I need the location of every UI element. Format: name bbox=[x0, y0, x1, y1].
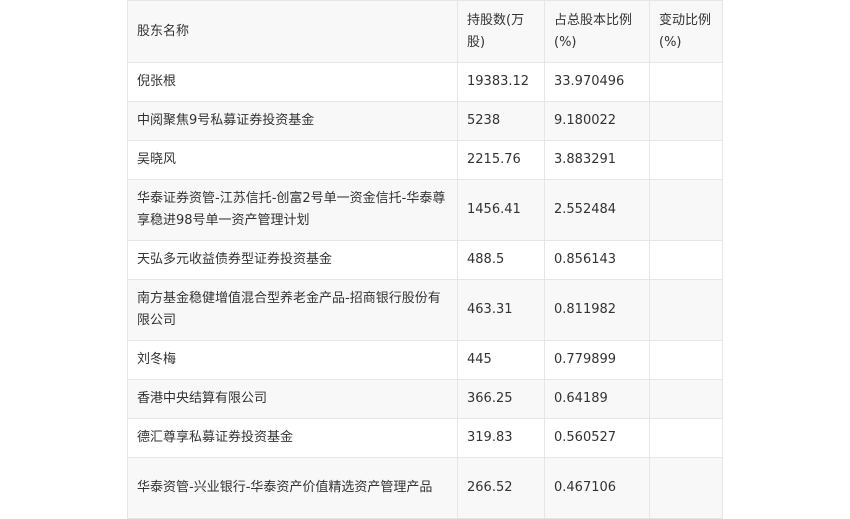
table-row: 香港中央结算有限公司 366.25 0.64189 bbox=[127, 379, 723, 419]
cell-share-ratio: 3.883291 bbox=[544, 140, 650, 180]
table-row: 中阅聚焦9号私募证券投资基金 5238 9.180022 bbox=[127, 101, 723, 141]
cell-shareholder-name: 中阅聚焦9号私募证券投资基金 bbox=[127, 101, 458, 141]
cell-shareholder-name: 华泰资管-兴业银行-华泰资产价值精选资产管理产品 bbox=[127, 457, 458, 519]
cell-shareholder-name: 天弘多元收益债券型证券投资基金 bbox=[127, 240, 458, 280]
cell-shares-held: 463.31 bbox=[457, 279, 545, 341]
cell-change-ratio bbox=[649, 379, 723, 419]
header-shares-held: 持股数(万股) bbox=[457, 0, 545, 63]
cell-shareholder-name: 香港中央结算有限公司 bbox=[127, 379, 458, 419]
cell-change-ratio bbox=[649, 340, 723, 380]
cell-shares-held: 366.25 bbox=[457, 379, 545, 419]
cell-change-ratio bbox=[649, 279, 723, 341]
cell-share-ratio: 0.467106 bbox=[544, 457, 650, 519]
cell-shares-held: 5238 bbox=[457, 101, 545, 141]
table-row: 华泰资管-兴业银行-华泰资产价值精选资产管理产品 266.52 0.467106 bbox=[127, 457, 723, 519]
cell-shareholder-name: 吴晓风 bbox=[127, 140, 458, 180]
cell-shares-held: 1456.41 bbox=[457, 179, 545, 241]
cell-change-ratio bbox=[649, 418, 723, 458]
cell-change-ratio bbox=[649, 240, 723, 280]
cell-share-ratio: 2.552484 bbox=[544, 179, 650, 241]
cell-share-ratio: 9.180022 bbox=[544, 101, 650, 141]
cell-change-ratio bbox=[649, 140, 723, 180]
cell-shareholder-name: 德汇尊享私募证券投资基金 bbox=[127, 418, 458, 458]
header-share-ratio: 占总股本比例(%) bbox=[544, 0, 650, 63]
cell-shareholder-name: 倪张根 bbox=[127, 62, 458, 102]
table-row: 倪张根 19383.12 33.970496 bbox=[127, 62, 723, 102]
cell-shares-held: 445 bbox=[457, 340, 545, 380]
cell-shareholder-name: 刘冬梅 bbox=[127, 340, 458, 380]
table-row: 刘冬梅 445 0.779899 bbox=[127, 340, 723, 380]
cell-share-ratio: 0.779899 bbox=[544, 340, 650, 380]
cell-shares-held: 488.5 bbox=[457, 240, 545, 280]
header-change-ratio: 变动比例(%) bbox=[649, 0, 723, 63]
table-row: 南方基金稳健增值混合型养老金产品-招商银行股份有限公司 463.31 0.811… bbox=[127, 279, 723, 341]
cell-share-ratio: 0.64189 bbox=[544, 379, 650, 419]
cell-shareholder-name: 华泰证券资管-江苏信托-创富2号单一资金信托-华泰尊享稳进98号单一资产管理计划 bbox=[127, 179, 458, 241]
cell-change-ratio bbox=[649, 101, 723, 141]
cell-change-ratio bbox=[649, 62, 723, 102]
cell-change-ratio bbox=[649, 179, 723, 241]
table-row: 华泰证券资管-江苏信托-创富2号单一资金信托-华泰尊享稳进98号单一资产管理计划… bbox=[127, 179, 723, 241]
cell-share-ratio: 0.560527 bbox=[544, 418, 650, 458]
header-shareholder-name: 股东名称 bbox=[127, 0, 458, 63]
table-row: 德汇尊享私募证券投资基金 319.83 0.560527 bbox=[127, 418, 723, 458]
table-header-row: 股东名称 持股数(万股) 占总股本比例(%) 变动比例(%) bbox=[127, 0, 723, 63]
cell-change-ratio bbox=[649, 457, 723, 519]
cell-share-ratio: 0.856143 bbox=[544, 240, 650, 280]
shareholder-table: 股东名称 持股数(万股) 占总股本比例(%) 变动比例(%) 倪张根 19383… bbox=[127, 0, 723, 519]
cell-share-ratio: 33.970496 bbox=[544, 62, 650, 102]
cell-shareholder-name: 南方基金稳健增值混合型养老金产品-招商银行股份有限公司 bbox=[127, 279, 458, 341]
table-row: 天弘多元收益债券型证券投资基金 488.5 0.856143 bbox=[127, 240, 723, 280]
cell-shares-held: 19383.12 bbox=[457, 62, 545, 102]
cell-share-ratio: 0.811982 bbox=[544, 279, 650, 341]
cell-shares-held: 319.83 bbox=[457, 418, 545, 458]
table-row: 吴晓风 2215.76 3.883291 bbox=[127, 140, 723, 180]
cell-shares-held: 266.52 bbox=[457, 457, 545, 519]
cell-shares-held: 2215.76 bbox=[457, 140, 545, 180]
